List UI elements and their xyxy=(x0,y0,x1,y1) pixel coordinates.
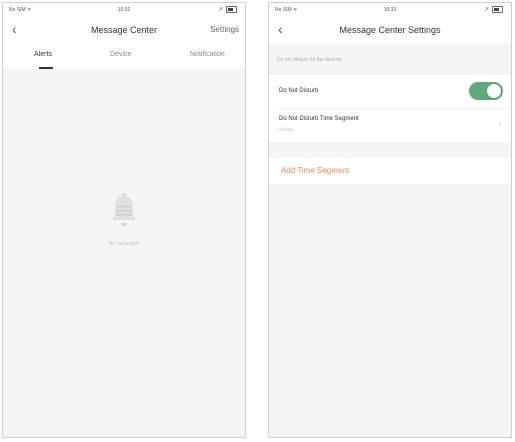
battery-icon xyxy=(492,6,503,13)
message-center-settings-screen: No SIM ᯤ 10:33 ↗ ‹ Message Center Settin… xyxy=(268,2,512,438)
add-time-segment-card: Add Time Segment xyxy=(269,158,511,184)
settings-content: Do not disturb for the devices Do Not Di… xyxy=(269,43,511,437)
do-not-disturb-label: Do Not Disturb xyxy=(279,88,319,94)
nav-bar: ‹ Message Center Settings xyxy=(269,17,511,43)
do-not-disturb-card: Do Not Disturb Do Not Disturb Time Segme… xyxy=(269,75,511,142)
alerts-list: No messages xyxy=(3,70,245,437)
status-bar: No SIM ᯤ 10:32 ↗ xyxy=(3,3,245,17)
toggle-knob xyxy=(487,84,501,98)
chevron-right-icon[interactable]: › xyxy=(498,119,501,128)
status-bar: No SIM ᯤ 10:33 ↗ xyxy=(269,3,511,17)
empty-state-text: No messages xyxy=(108,241,140,247)
divider xyxy=(279,108,511,109)
section-header: Do not disturb for the devices xyxy=(277,57,343,63)
clock-time: 10:33 xyxy=(383,7,397,13)
tab-bar: Alerts Device Notification xyxy=(3,47,245,70)
clock-time: 10:32 xyxy=(117,7,131,13)
active-tab-indicator xyxy=(39,67,53,69)
tab-notification[interactable]: Notification xyxy=(190,51,225,58)
tab-device[interactable]: Device xyxy=(110,51,131,58)
battery-icon xyxy=(226,6,237,13)
settings-button[interactable]: Settings xyxy=(210,25,239,34)
page-title: Message Center xyxy=(90,25,158,35)
message-center-screen: No SIM ᯤ 10:32 ↗ ‹ Message Center Settin… xyxy=(2,2,246,438)
tab-alerts[interactable]: Alerts xyxy=(34,51,52,58)
time-segment-value: All-Day xyxy=(279,127,294,132)
page-title: Message Center Settings xyxy=(339,25,441,35)
add-time-segment-button[interactable]: Add Time Segment xyxy=(281,166,349,175)
signal-icon: ↗ xyxy=(217,7,223,13)
signal-icon: ↗ xyxy=(483,7,489,13)
nav-bar: ‹ Message Center Settings xyxy=(3,17,245,43)
time-segment-label[interactable]: Do Not Disturb Time Segment xyxy=(279,116,359,122)
bell-icon xyxy=(109,193,139,229)
empty-state: No messages xyxy=(3,193,245,247)
do-not-disturb-toggle[interactable] xyxy=(469,82,503,100)
